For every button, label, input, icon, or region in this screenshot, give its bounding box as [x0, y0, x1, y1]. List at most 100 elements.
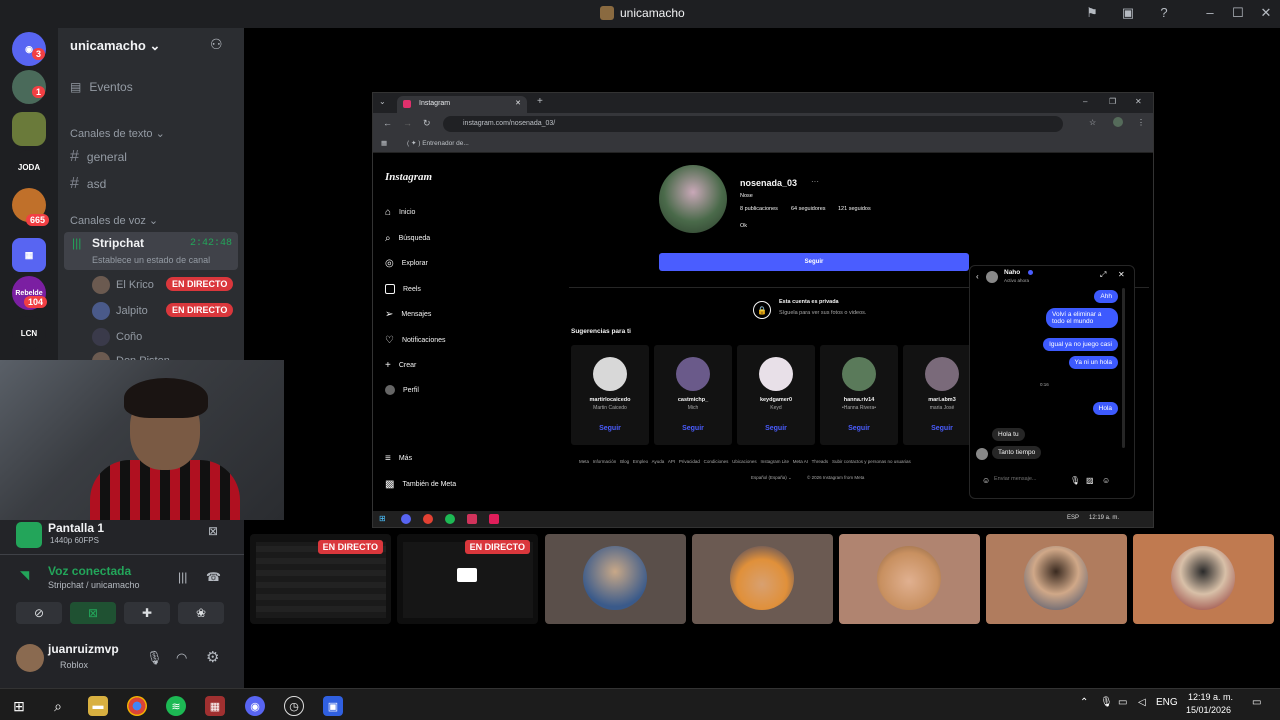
footer-link[interactable]: Instagram Lite: [760, 459, 789, 464]
voice-user[interactable]: Jalpito: [92, 302, 148, 320]
shared-screen[interactable]: ⌄ Instagram ✕ + – ❐ ✕ ← → ↻ instagram.co…: [372, 92, 1154, 528]
follow-button[interactable]: Seguir: [820, 425, 898, 432]
chat-scrollbar[interactable]: [1122, 288, 1125, 448]
text-category[interactable]: Canales de texto ⌄: [70, 127, 165, 140]
network-icon[interactable]: ▭: [1118, 697, 1127, 708]
profile-picture[interactable]: [659, 165, 727, 233]
voice-category[interactable]: Canales de voz ⌄: [70, 214, 158, 227]
nav-meta[interactable]: ▩ También de Meta: [385, 479, 456, 490]
suggestion-card[interactable]: keydgamer0 Keyd Seguir: [737, 345, 815, 445]
footer-link[interactable]: Threads: [812, 459, 829, 464]
participant-tile[interactable]: [986, 534, 1127, 624]
guild-header[interactable]: unicamacho ⌄: [70, 38, 160, 54]
server-joda[interactable]: JODA: [12, 150, 46, 184]
server-avatar-active[interactable]: [12, 112, 46, 146]
footer-link[interactable]: Privacidad: [679, 459, 700, 464]
microphone-icon[interactable]: 🎙: [1100, 697, 1113, 708]
close-icon[interactable]: ✕: [1135, 97, 1142, 106]
disconnect-icon[interactable]: ☎: [206, 570, 221, 584]
suggestion-card[interactable]: martirlocaicedo Martin Caicedo Seguir: [571, 345, 649, 445]
nav-home[interactable]: ⌂ Inicio: [385, 207, 415, 218]
nav-explore[interactable]: ◎ Explorar: [385, 258, 428, 269]
menu-dots-icon[interactable]: ⋮: [1137, 118, 1145, 127]
server-lcn[interactable]: LCN: [12, 316, 46, 350]
footer-link[interactable]: API: [668, 459, 675, 464]
follow-button[interactable]: Seguir: [659, 253, 969, 271]
stream-tile[interactable]: EN DIRECTO: [397, 534, 538, 624]
follow-button[interactable]: Seguir: [654, 425, 732, 432]
notifications-icon[interactable]: ▭: [1252, 697, 1261, 708]
back-chevron-icon[interactable]: ‹: [976, 272, 979, 281]
clock-time[interactable]: 12:19 a. m.: [1188, 692, 1233, 702]
nav-notifications[interactable]: ♡ Notificaciones: [385, 335, 446, 346]
nav-create[interactable]: + Crear: [385, 360, 416, 371]
bookmark-item[interactable]: ( ✦ ) Entrenador de...: [407, 139, 469, 147]
channel-general[interactable]: # general: [70, 148, 127, 166]
minimize-button[interactable]: –: [1202, 5, 1218, 21]
follow-button[interactable]: Seguir: [737, 425, 815, 432]
instagram-logo[interactable]: Instagram: [385, 171, 432, 183]
participant-tile[interactable]: [692, 534, 833, 624]
stat-following[interactable]: 121 seguidos: [838, 206, 871, 212]
footer-link[interactable]: Condiciones: [704, 459, 729, 464]
participant-tile[interactable]: [545, 534, 686, 624]
noise-suppression-icon[interactable]: |||: [178, 570, 187, 584]
stream-tile[interactable]: EN DIRECTO: [250, 534, 391, 624]
restore-icon[interactable]: ❐: [1109, 97, 1116, 106]
camera-off-button[interactable]: ⊘: [16, 602, 62, 624]
suggestion-card[interactable]: hanna.riv14 •Hanna Rivera• Seguir: [820, 345, 898, 445]
app-icon[interactable]: ▣: [323, 696, 343, 716]
reload-icon[interactable]: ↻: [423, 118, 431, 129]
clock-date[interactable]: 15/01/2026: [1186, 705, 1231, 715]
microphone-icon[interactable]: 🎙: [146, 650, 163, 666]
add-friend-icon[interactable]: ⚇: [210, 36, 223, 53]
footer-link[interactable]: Meta: [579, 459, 589, 464]
new-tab-icon[interactable]: +: [537, 96, 543, 107]
server-folder-blue[interactable]: ▦: [12, 238, 46, 272]
inbox-flag-icon[interactable]: ⚑: [1084, 5, 1100, 21]
tab-search-icon[interactable]: ⌄: [379, 97, 386, 106]
nav-search[interactable]: ⌕ Búsqueda: [385, 233, 430, 244]
footer-link[interactable]: Ayuda: [652, 459, 665, 464]
more-options-icon[interactable]: ···: [811, 177, 819, 186]
events-item[interactable]: ▤ Eventos: [70, 80, 133, 94]
app-icon[interactable]: ▦: [205, 696, 225, 716]
maximize-button[interactable]: ☐: [1230, 5, 1246, 21]
spotify-icon[interactable]: ≋: [166, 696, 186, 716]
voice-channel-path[interactable]: Stripchat / unicamacho: [48, 580, 140, 590]
apps-grid-icon[interactable]: ▦: [381, 139, 387, 147]
dm-chat-window[interactable]: ‹ Naho Activo ahora ⤢ ✕ Ahh Volví a elim…: [969, 265, 1135, 499]
nav-reels[interactable]: Reels: [385, 284, 421, 294]
footer-link[interactable]: Ubicaciones: [732, 459, 757, 464]
screen-share-button[interactable]: ⊠: [70, 602, 116, 624]
nav-more[interactable]: ≡ Más: [385, 453, 412, 464]
minimize-icon[interactable]: –: [1083, 97, 1087, 106]
search-icon[interactable]: ⌕: [48, 696, 68, 716]
suggestion-card[interactable]: castmichp_ Mich Seguir: [654, 345, 732, 445]
bookmark-star-icon[interactable]: ☆: [1089, 118, 1096, 127]
footer-link[interactable]: Blog: [620, 459, 629, 464]
stat-followers[interactable]: 64 seguidores: [791, 206, 826, 212]
user-avatar[interactable]: [16, 644, 44, 672]
help-icon[interactable]: ?: [1156, 5, 1172, 21]
stop-stream-icon[interactable]: ⊠: [208, 524, 218, 538]
activities-button[interactable]: ✚: [124, 602, 170, 624]
emoji-icon[interactable]: ☺: [982, 476, 990, 485]
settings-gear-icon[interactable]: ⚙: [206, 648, 219, 666]
message-input[interactable]: [994, 472, 1064, 486]
back-icon[interactable]: ←: [383, 118, 392, 128]
discord-icon[interactable]: ◉: [245, 696, 265, 716]
app-icon[interactable]: ◷: [284, 696, 304, 716]
close-chat-icon[interactable]: ✕: [1118, 270, 1125, 279]
channel-asd[interactable]: # asd: [70, 175, 106, 193]
close-button[interactable]: ✕: [1258, 5, 1274, 21]
voice-user[interactable]: El Krico: [92, 276, 154, 294]
sticker-icon[interactable]: ☺: [1102, 476, 1110, 485]
microphone-icon[interactable]: 🎙: [1070, 476, 1080, 485]
nav-profile[interactable]: Perfil: [385, 385, 419, 395]
windows-start-icon[interactable]: ⊞: [9, 696, 29, 716]
file-explorer-icon[interactable]: ▬: [88, 696, 108, 716]
participant-tile[interactable]: [1133, 534, 1274, 624]
chrome-icon[interactable]: [127, 696, 147, 716]
language-indicator[interactable]: ENG: [1156, 697, 1178, 708]
